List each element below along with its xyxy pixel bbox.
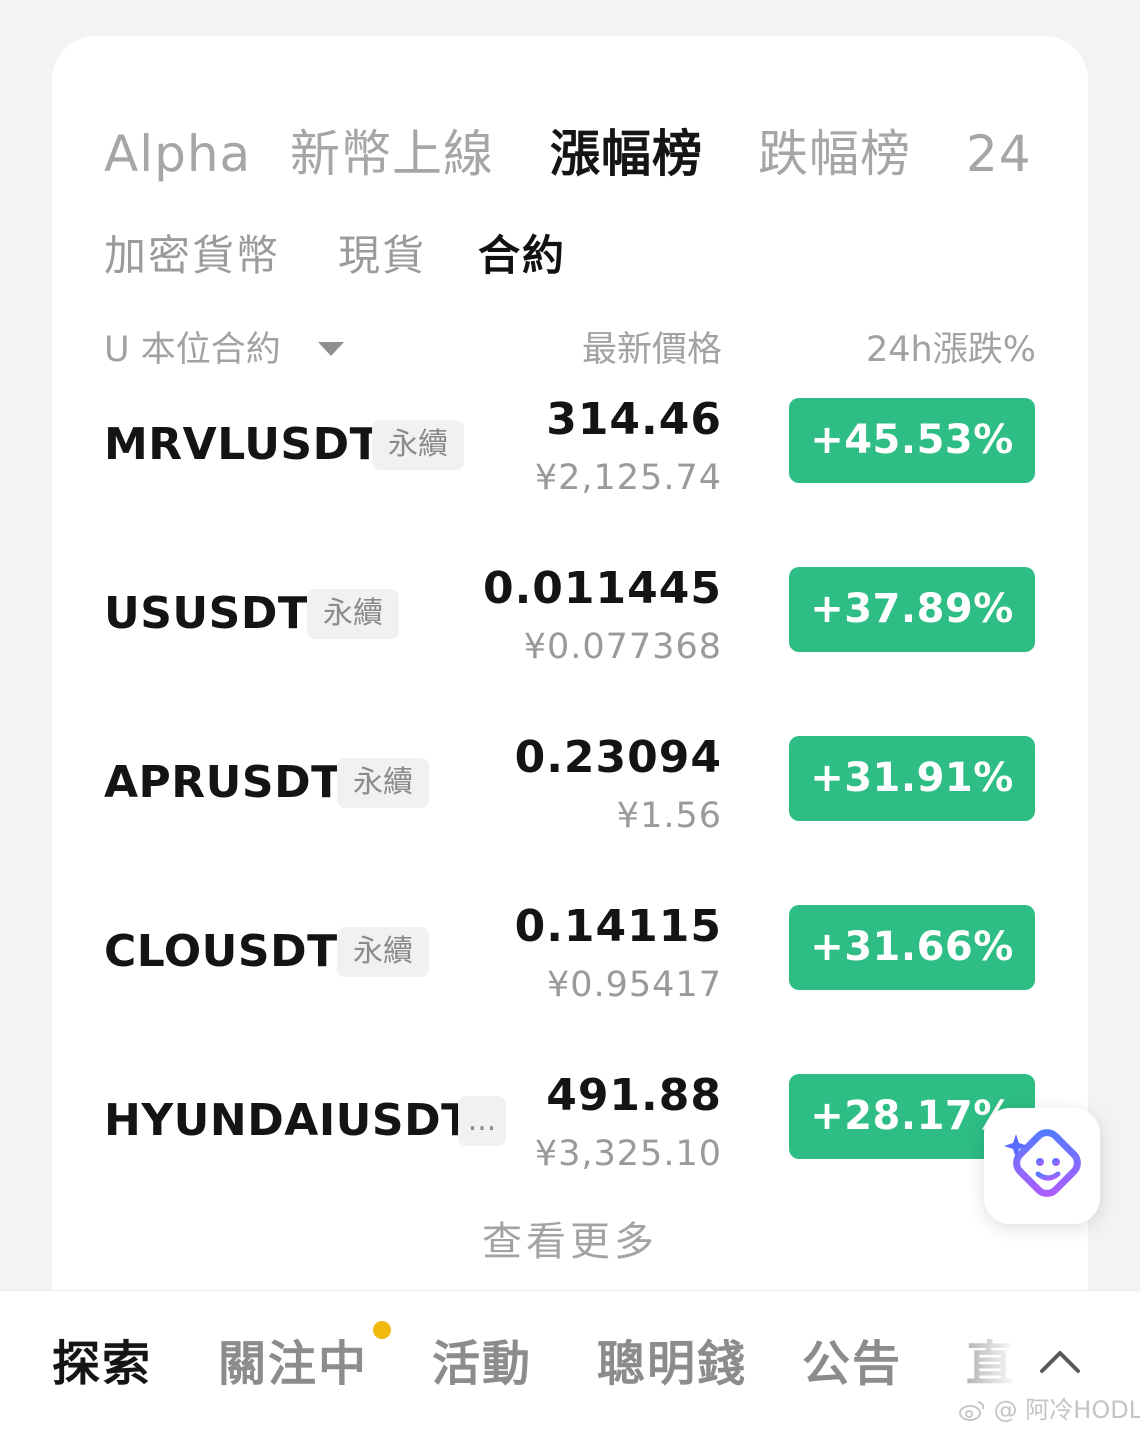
tab-new-listings[interactable]: 新幣上線 bbox=[290, 116, 494, 192]
subtab-spot[interactable]: 現貨 bbox=[338, 226, 426, 286]
subtab-futures[interactable]: 合約 bbox=[478, 226, 566, 286]
last-price: 491.88 bbox=[546, 1070, 722, 1121]
symbol-name: USUSDT bbox=[104, 588, 309, 639]
symbol-name: MRVLUSDT bbox=[104, 419, 381, 470]
truncated-tag: ... bbox=[458, 1096, 506, 1146]
view-more-link[interactable]: 查看更多 bbox=[52, 1214, 1088, 1270]
change-badge[interactable]: +45.53% bbox=[789, 398, 1035, 483]
ai-assistant-icon bbox=[1004, 1129, 1081, 1197]
watermark: @ 阿冷HODL bbox=[958, 1395, 1140, 1425]
last-price: 0.23094 bbox=[514, 732, 722, 783]
symbol-name: CLOUSDT bbox=[104, 926, 338, 977]
nav-announcements[interactable]: 公告 bbox=[802, 1331, 902, 1397]
subtab-crypto[interactable]: 加密貨幣 bbox=[104, 226, 280, 286]
ai-assistant-button[interactable] bbox=[984, 1108, 1100, 1224]
symbol-name: APRUSDT bbox=[104, 757, 342, 808]
last-price: 0.011445 bbox=[482, 563, 722, 614]
perpetual-tag: 永續 bbox=[307, 589, 399, 639]
fiat-price: ¥0.95417 bbox=[546, 965, 722, 1005]
tab-top-gainers[interactable]: 漲幅榜 bbox=[550, 116, 703, 192]
fiat-price: ¥1.56 bbox=[616, 796, 722, 836]
nav-events[interactable]: 活動 bbox=[432, 1331, 532, 1397]
table-row[interactable]: HYUNDAIUSDT ... 491.88 ¥3,325.10 +28.17% bbox=[52, 1046, 1088, 1215]
table-row[interactable]: USUSDT 永續 0.011445 ¥0.077368 +37.89% bbox=[52, 539, 1088, 708]
table-row[interactable]: CLOUSDT 永續 0.14115 ¥0.95417 +31.66% bbox=[52, 877, 1088, 1046]
symbol-name: HYUNDAIUSDT bbox=[104, 1095, 472, 1146]
column-header-price[interactable]: 最新價格 bbox=[582, 328, 722, 372]
last-price: 314.46 bbox=[546, 394, 722, 445]
weibo-icon bbox=[959, 1401, 985, 1421]
perpetual-tag: 永續 bbox=[337, 927, 429, 977]
watermark-text: @ 阿冷HODL bbox=[993, 1396, 1140, 1424]
change-badge[interactable]: +31.66% bbox=[789, 905, 1035, 990]
change-badge[interactable]: +31.91% bbox=[789, 736, 1035, 821]
perpetual-tag: 永續 bbox=[372, 420, 464, 470]
market-card: Alpha 新幣上線 漲幅榜 跌幅榜 24H 加密貨幣 現貨 合約 U 本位合約… bbox=[52, 36, 1088, 1336]
tab-24h[interactable]: 24H bbox=[966, 116, 1034, 192]
nav-explore[interactable]: 探索 bbox=[52, 1331, 152, 1397]
caret-down-icon[interactable] bbox=[318, 342, 344, 356]
bottom-navigation: 探索 關注中 活動 聰明錢 公告 直 @ 阿冷HODL bbox=[0, 1290, 1140, 1435]
notification-dot bbox=[373, 1321, 391, 1339]
tab-alpha[interactable]: Alpha bbox=[104, 116, 251, 192]
perpetual-tag: 永續 bbox=[337, 758, 429, 808]
market-selector[interactable]: U 本位合約 bbox=[104, 328, 281, 372]
category-tabs: Alpha 新幣上線 漲幅榜 跌幅榜 24H bbox=[104, 116, 1034, 196]
tab-top-losers[interactable]: 跌幅榜 bbox=[758, 116, 911, 192]
fiat-price: ¥2,125.74 bbox=[534, 458, 722, 498]
change-badge[interactable]: +37.89% bbox=[789, 567, 1035, 652]
table-row[interactable]: MRVLUSDT 永續 314.46 ¥2,125.74 +45.53% bbox=[52, 370, 1088, 539]
nav-smart-money[interactable]: 聰明錢 bbox=[597, 1331, 747, 1397]
last-price: 0.14115 bbox=[514, 901, 722, 952]
column-header-change[interactable]: 24h漲跌% bbox=[866, 328, 1036, 372]
fiat-price: ¥0.077368 bbox=[523, 627, 722, 667]
chevron-up-icon[interactable] bbox=[1030, 1341, 1090, 1381]
nav-following[interactable]: 關注中 bbox=[218, 1331, 368, 1397]
fiat-price: ¥3,325.10 bbox=[534, 1134, 722, 1174]
table-row[interactable]: APRUSDT 永續 0.23094 ¥1.56 +31.91% bbox=[52, 708, 1088, 877]
